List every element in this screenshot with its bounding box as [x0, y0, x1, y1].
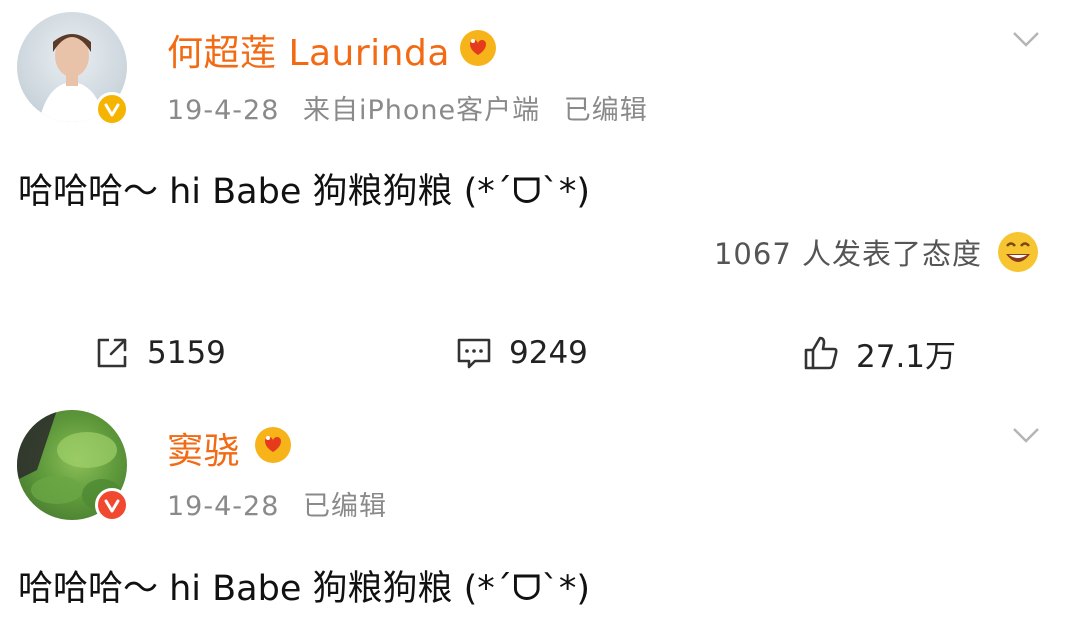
edited-label[interactable]: 已编辑 — [564, 95, 648, 126]
repost-icon — [97, 338, 127, 368]
action-bar: 5159 9249 27.1万 — [0, 330, 1080, 376]
like-count: 27.1万 — [856, 338, 957, 375]
vip-heart-icon[interactable] — [458, 28, 498, 68]
comment-count: 9249 — [509, 335, 588, 371]
post-card: 何超莲 Laurinda 19-4-28 来自iPhone客户端 已编辑 哈哈哈… — [0, 0, 1080, 400]
repost-count: 5159 — [147, 335, 226, 371]
reaction-count: 1067 人发表了态度 — [713, 237, 982, 271]
post-text: 哈哈哈～ hi Babe 狗粮狗粮 (*ˊᗜˋ*) — [18, 172, 590, 212]
post-date: 19-4-28 — [167, 491, 280, 522]
chevron-down-icon[interactable] — [1012, 426, 1040, 444]
weibo-feed: 何超莲 Laurinda 19-4-28 来自iPhone客户端 已编辑 哈哈哈… — [0, 0, 1080, 629]
verified-badge-icon — [95, 92, 129, 126]
post-meta: 19-4-28 已编辑 — [167, 484, 401, 523]
post-meta: 19-4-28 来自iPhone客户端 已编辑 — [167, 88, 662, 127]
post-text: 哈哈哈～ hi Babe 狗粮狗粮 (*ˊᗜˋ*) — [18, 569, 590, 609]
username[interactable]: 窦骁 — [167, 422, 240, 474]
vip-heart-icon[interactable] — [253, 425, 293, 465]
edited-label[interactable]: 已编辑 — [303, 491, 387, 522]
like-icon — [804, 336, 838, 370]
verified-badge-icon — [95, 488, 129, 522]
laugh-emoji-icon — [998, 232, 1038, 272]
reaction-summary[interactable]: 1067 人发表了态度 — [714, 230, 1040, 274]
username[interactable]: 何超莲 Laurinda — [167, 24, 450, 76]
repost-button[interactable]: 5159 — [93, 330, 226, 376]
post-source[interactable]: 来自iPhone客户端 — [303, 95, 540, 126]
chevron-down-icon[interactable] — [1012, 30, 1040, 48]
comment-icon — [457, 338, 491, 369]
comment-button[interactable]: 9249 — [455, 330, 588, 376]
post-card: 窦骁 19-4-28 已编辑 哈哈哈～ hi Babe 狗粮狗粮 (*ˊᗜˋ*) — [0, 400, 1080, 629]
post-date: 19-4-28 — [167, 95, 280, 126]
like-button[interactable]: 27.1万 — [802, 330, 956, 376]
